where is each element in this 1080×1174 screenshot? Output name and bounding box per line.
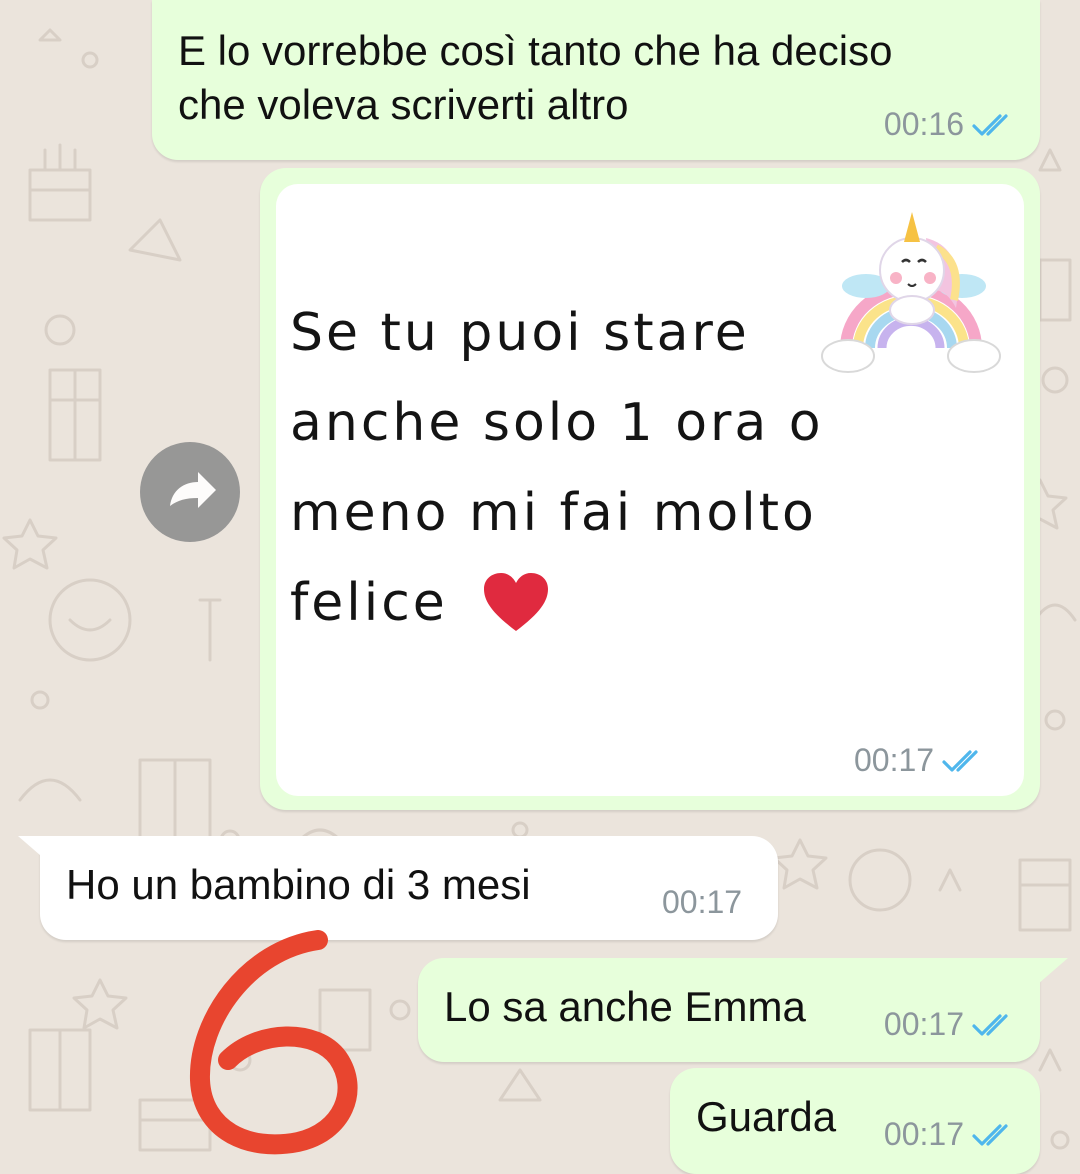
message-text: Ho un bambino di 3 mesi (66, 861, 531, 908)
message-meta: 00:17 (884, 1116, 1016, 1153)
unicorn-sticker-icon (821, 212, 1001, 373)
annotation-number-six: 6 (189, 930, 358, 1155)
message-meta: 00:16 (884, 106, 1016, 143)
message-time: 00:17 (662, 884, 743, 920)
forward-arrow-icon (170, 472, 216, 508)
message-time: 00:17 (883, 1006, 964, 1042)
image-attachment[interactable]: Se tu puoi stare anche solo 1 ora o meno… (276, 184, 1024, 796)
outgoing-message-bubble[interactable]: Guarda 00:17 (670, 1068, 1040, 1174)
incoming-bubble-tail (18, 836, 48, 862)
message-meta: 00:17 (662, 884, 742, 921)
message-time: 00:17 (883, 1116, 964, 1152)
image-text-line: anche solo 1 ora o (290, 393, 824, 453)
image-text-line: meno mi fai molto (290, 483, 817, 543)
double-check-read-icon (972, 1013, 1016, 1037)
forward-button[interactable] (140, 442, 240, 542)
incoming-message-bubble[interactable]: Ho un bambino di 3 mesi 00:17 (40, 836, 778, 940)
message-text: Lo sa anche Emma (444, 983, 806, 1030)
image-handwritten-text: Se tu puoi stare anche solo 1 ora o meno… (290, 288, 830, 648)
image-text-line: Se tu puoi stare (290, 303, 750, 363)
heart-icon (483, 573, 548, 631)
message-time: 00:16 (883, 106, 964, 142)
message-time: 00:17 (854, 742, 935, 778)
image-text-line: felice (290, 573, 448, 633)
message-text: Guarda (696, 1093, 837, 1140)
double-check-read-icon (972, 113, 1016, 137)
outgoing-message-bubble[interactable]: Lo sa anche Emma 00:17 (418, 958, 1040, 1062)
message-meta: 00:17 (884, 1006, 1016, 1043)
double-check-read-icon (942, 749, 986, 773)
outgoing-message-bubble[interactable]: E lo vorrebbe così tanto che ha deciso c… (152, 0, 1040, 160)
outgoing-bubble-tail (1038, 958, 1068, 984)
message-meta: 00:17 (854, 742, 986, 779)
double-check-read-icon (972, 1123, 1016, 1147)
